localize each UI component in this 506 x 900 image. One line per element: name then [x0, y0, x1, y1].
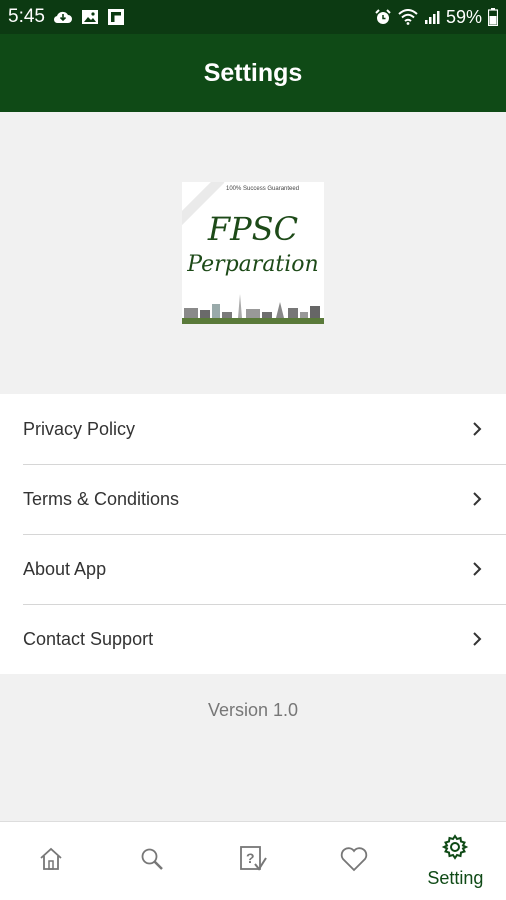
gear-icon	[441, 833, 469, 866]
chevron-right-icon	[472, 421, 482, 437]
chevron-right-icon	[472, 561, 482, 577]
alarm-icon	[374, 8, 392, 26]
bottom-nav: ? Setting	[0, 821, 506, 900]
battery-percent: 59%	[445, 6, 482, 27]
wifi-icon	[398, 9, 418, 25]
image-icon	[81, 9, 99, 25]
search-icon	[139, 846, 165, 877]
flipboard-icon	[107, 8, 125, 26]
menu-item-privacy-policy[interactable]: Privacy Policy	[0, 394, 506, 464]
nav-setting[interactable]: Setting	[405, 822, 506, 900]
settings-menu: Privacy Policy Terms & Conditions About …	[0, 394, 506, 674]
menu-item-contact-support[interactable]: Contact Support	[0, 604, 506, 674]
nav-favorites[interactable]	[304, 822, 405, 900]
logo-area: 100% Success Guaranteed FPSC Perparation	[0, 112, 506, 394]
menu-item-label: About App	[23, 558, 107, 579]
cloud-icon	[53, 10, 73, 24]
app-logo: 100% Success Guaranteed FPSC Perparation	[182, 182, 324, 324]
menu-item-label: Contact Support	[23, 628, 154, 649]
status-time: 5:45	[8, 6, 45, 27]
menu-item-label: Terms & Conditions	[23, 488, 180, 509]
nav-setting-label: Setting	[427, 868, 484, 888]
nav-search[interactable]	[101, 822, 202, 900]
menu-item-about-app[interactable]: About App	[0, 534, 506, 604]
skyline-graphic	[182, 294, 324, 324]
menu-item-label: Privacy Policy	[23, 418, 136, 439]
home-icon	[38, 846, 64, 877]
logo-tagline: 100% Success Guaranteed	[226, 186, 300, 192]
signal-icon	[424, 9, 440, 25]
page-title: Settings	[203, 58, 303, 87]
nav-quiz[interactable]: ?	[202, 822, 303, 900]
chevron-right-icon	[472, 491, 482, 507]
status-bar: 5:45 59%	[0, 0, 506, 34]
app-bar: Settings	[0, 34, 506, 112]
nav-home[interactable]	[0, 822, 101, 900]
chevron-right-icon	[472, 631, 482, 647]
version-label: Version 1.0	[207, 700, 299, 720]
heart-icon	[339, 846, 369, 877]
logo-subtitle: Perparation	[187, 252, 319, 277]
quiz-icon: ?	[238, 844, 268, 879]
svg-text:?: ?	[246, 850, 255, 866]
battery-icon	[488, 8, 498, 26]
logo-title: FPSC	[207, 210, 299, 248]
menu-item-terms-conditions[interactable]: Terms & Conditions	[0, 464, 506, 534]
